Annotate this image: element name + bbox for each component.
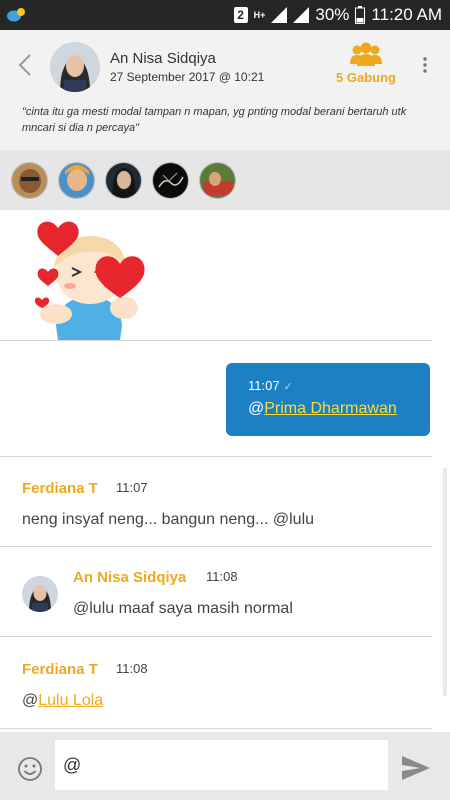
- message-input[interactable]: [55, 740, 388, 790]
- message-sender[interactable]: An Nisa Sidqiya: [73, 569, 186, 586]
- battery-percent: 30%: [315, 5, 350, 24]
- members-strip: [0, 150, 450, 210]
- join-count-label: 5 Gabung: [336, 70, 396, 85]
- member-avatar[interactable]: [199, 161, 236, 199]
- mention-link[interactable]: Prima Dharmawan: [264, 400, 396, 417]
- message-divider: [0, 340, 432, 341]
- people-icon: [350, 42, 382, 66]
- back-arrow-icon[interactable]: [16, 52, 36, 78]
- chat-app-notification-icon: [7, 8, 25, 22]
- group-created-date: 27 September 2017 @ 10:21: [110, 70, 265, 84]
- message-sender[interactable]: Ferdiana T: [22, 480, 98, 497]
- avatar-photo-icon: [50, 42, 100, 92]
- sent-check-icon: ✓: [283, 381, 293, 393]
- outgoing-message-bubble[interactable]: 11:07 ✓ @Prima Dharmawan: [226, 363, 430, 436]
- mention-link[interactable]: Lulu Lola: [38, 692, 103, 709]
- message-text: @Lulu Lola: [22, 692, 103, 710]
- avatar-photo-icon: [22, 576, 58, 612]
- message-divider: [0, 546, 432, 547]
- message-time: 11:08: [206, 569, 238, 584]
- member-photo-icon: [200, 162, 235, 198]
- message-time: 11:07: [116, 480, 148, 495]
- message-text: neng insyaf neng... bangun neng... @lulu: [22, 511, 315, 528]
- sender-avatar[interactable]: [22, 576, 58, 612]
- signal-icon: [271, 7, 288, 23]
- member-avatar[interactable]: [152, 161, 189, 199]
- member-avatar[interactable]: [11, 161, 48, 199]
- sim-badge: 2: [233, 7, 248, 23]
- member-photo-icon: [59, 162, 94, 198]
- member-avatar[interactable]: [58, 161, 95, 199]
- message-divider: [0, 456, 432, 457]
- message-sender[interactable]: Ferdiana T: [22, 661, 98, 678]
- network-type: H+: [253, 9, 266, 20]
- group-avatar[interactable]: [50, 42, 100, 92]
- member-photo-icon: [153, 162, 188, 198]
- love-sticker-icon: [34, 221, 145, 340]
- message-text: @lulu maaf saya masih normal: [73, 600, 293, 617]
- chat-area[interactable]: 11:07 ✓ @Prima Dharmawan Ferdiana T 11:07…: [0, 210, 450, 732]
- message-divider: [0, 636, 432, 637]
- message-text: @Prima Dharmawan: [248, 400, 430, 418]
- group-creator-name: An Nisa Sidqiya: [110, 50, 216, 67]
- join-members-button[interactable]: 5 Gabung: [332, 42, 400, 85]
- member-avatar[interactable]: [105, 161, 142, 199]
- emoji-icon[interactable]: [17, 756, 43, 782]
- group-description: "cinta itu ga mesti modal tampan n mapan…: [22, 106, 407, 134]
- battery-icon: [355, 6, 366, 24]
- signal-2-icon: [293, 7, 310, 23]
- more-options-icon[interactable]: [418, 56, 432, 74]
- member-photo-icon: [106, 162, 141, 198]
- send-icon[interactable]: [400, 754, 432, 782]
- status-bar: 2 H+ 30% 11:20 AM: [0, 0, 450, 30]
- clock: 11:20 AM: [371, 5, 442, 24]
- mention-at: @: [248, 400, 265, 417]
- member-photo-icon: [12, 162, 47, 198]
- message-input-bar: [0, 732, 450, 800]
- scrollbar-thumb[interactable]: [443, 468, 447, 696]
- group-header: An Nisa Sidqiya 27 September 2017 @ 10:2…: [0, 30, 450, 150]
- message-time: 11:08: [116, 661, 148, 676]
- message-time: 11:07: [248, 378, 280, 393]
- mention-at: @: [22, 692, 39, 709]
- message-divider: [0, 728, 432, 729]
